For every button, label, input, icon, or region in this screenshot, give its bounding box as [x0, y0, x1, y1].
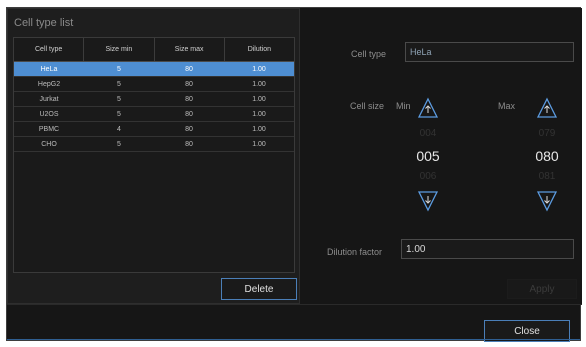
cell-size-max: 80 — [185, 80, 193, 88]
cell-size-min: 5 — [117, 95, 121, 103]
max-previous-value: 079 — [538, 128, 556, 139]
dilution-factor-label: Dilution factor — [327, 247, 383, 257]
cell-size-min: 5 — [117, 80, 121, 88]
cell-type-editor-panel: Cell type HeLa Cell size Min Max 004 005… — [300, 8, 582, 304]
cell-type-input[interactable]: HeLa — [405, 42, 574, 62]
cell-cell-type: Jurkat — [39, 95, 59, 103]
cell-dilution: 1.00 — [252, 125, 266, 133]
cell-size-min: 5 — [117, 110, 121, 118]
cell-dilution: 1.00 — [252, 95, 266, 103]
min-increment-button[interactable] — [417, 97, 439, 119]
column-header-size-max[interactable]: Size max — [155, 38, 225, 61]
cell-size-min: 5 — [117, 140, 121, 148]
table-row[interactable]: HepG2 5 80 1.00 — [14, 77, 294, 92]
cell-cell-type: U2OS — [39, 110, 59, 118]
footer-divider — [7, 304, 582, 305]
cell-cell-type: HepG2 — [37, 80, 61, 88]
up-triangle-icon — [417, 97, 439, 118]
max-label: Max — [498, 101, 516, 111]
cell-type-table: Cell type Size min Size max Dilution HeL… — [13, 37, 295, 273]
down-triangle-icon — [536, 191, 558, 212]
table-body: HeLa 5 80 1.00 HepG2 5 80 1.00 Jurkat 5 80 1.00 U2OS… — [14, 62, 294, 152]
min-label: Min — [396, 101, 411, 111]
max-next-value: 081 — [538, 171, 556, 182]
max-decrement-button[interactable] — [536, 190, 558, 212]
max-increment-button[interactable] — [536, 97, 558, 119]
cell-size-max: 80 — [185, 125, 193, 133]
cell-cell-type: PBMC — [38, 125, 60, 133]
min-current-value[interactable]: 005 — [408, 148, 448, 164]
cell-dilution: 1.00 — [252, 80, 266, 88]
cell-size-max: 80 — [185, 95, 193, 103]
cell-type-list-panel: Cell type list Cell type Size min Size m… — [7, 8, 300, 304]
cell-cell-type: CHO — [41, 140, 57, 148]
table-header: Cell type Size min Size max Dilution — [14, 38, 294, 62]
cell-dilution: 1.00 — [252, 65, 266, 73]
dilution-factor-input[interactable]: 1.00 — [401, 239, 574, 259]
cell-size-label: Cell size — [350, 101, 385, 111]
max-current-value[interactable]: 080 — [527, 148, 567, 164]
cell-size-min: 4 — [117, 125, 121, 133]
cell-dilution: 1.00 — [252, 110, 266, 118]
table-row[interactable]: Jurkat 5 80 1.00 — [14, 92, 294, 107]
cell-size-max: 80 — [185, 65, 193, 73]
cell-dilution: 1.00 — [252, 140, 266, 148]
column-header-size-min[interactable]: Size min — [84, 38, 155, 61]
column-header-cell-type[interactable]: Cell type — [14, 38, 85, 61]
column-header-dilution[interactable]: Dilution — [225, 38, 294, 61]
apply-button[interactable]: Apply — [507, 279, 577, 299]
table-row[interactable]: PBMC 4 80 1.00 — [14, 122, 294, 137]
up-triangle-icon — [536, 97, 558, 118]
table-row[interactable]: CHO 5 80 1.00 — [14, 137, 294, 152]
cell-cell-type: HeLa — [40, 65, 58, 73]
cell-size-max: 80 — [185, 110, 193, 118]
cell-type-dialog: Cell type list Cell type Size min Size m… — [6, 7, 582, 342]
down-triangle-icon — [417, 191, 439, 212]
cell-size-max: 80 — [185, 140, 193, 148]
delete-button[interactable]: Delete — [221, 278, 297, 300]
cell-type-label: Cell type — [351, 49, 387, 59]
min-decrement-button[interactable] — [417, 190, 439, 212]
cell-size-min: 5 — [117, 65, 121, 73]
min-next-value: 006 — [419, 171, 437, 182]
min-previous-value: 004 — [419, 128, 437, 139]
panel-title: Cell type list — [14, 17, 74, 29]
table-row[interactable]: HeLa 5 80 1.00 — [14, 62, 294, 77]
close-button[interactable]: Close — [484, 320, 570, 342]
table-row[interactable]: U2OS 5 80 1.00 — [14, 107, 294, 122]
